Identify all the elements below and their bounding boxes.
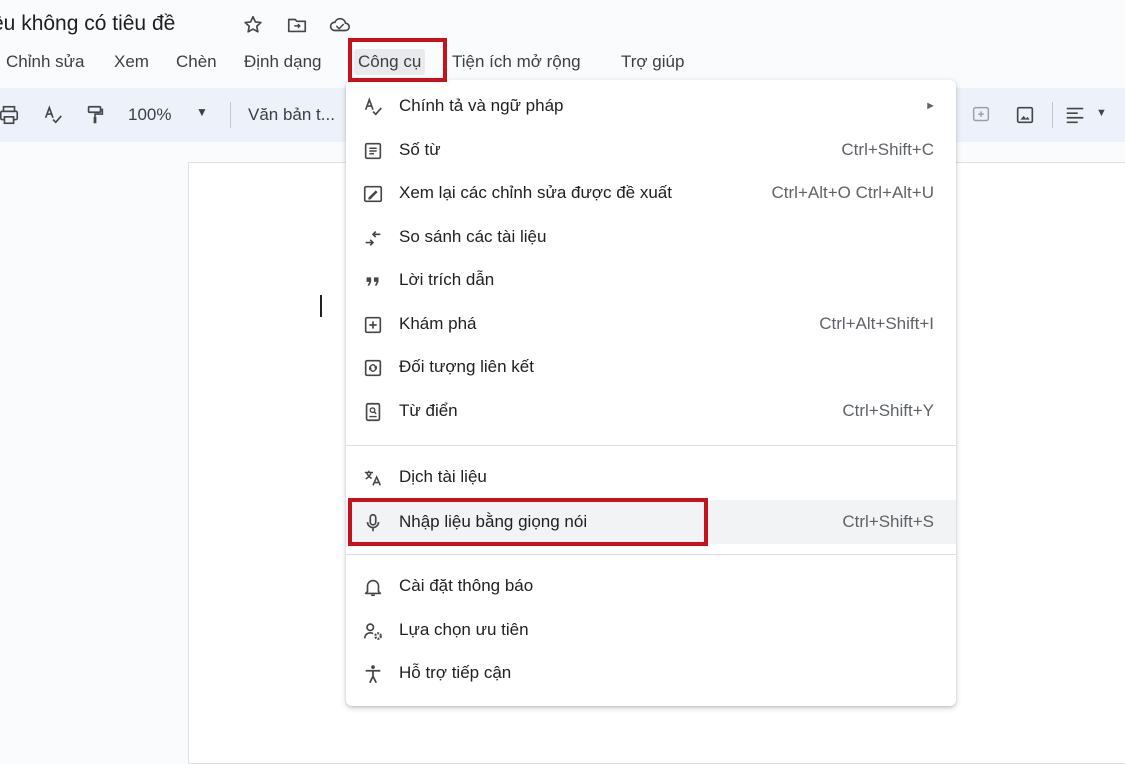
menu-item-shortcut: Ctrl+Shift+S xyxy=(842,512,934,531)
explore-icon xyxy=(362,314,384,336)
zoom-caret-icon[interactable]: ▼ xyxy=(196,105,208,119)
menu-item-accessibility[interactable]: Hỗ trợ tiếp cận xyxy=(346,653,956,693)
menu-item-explore[interactable]: Khám phá Ctrl+Alt+Shift+I xyxy=(346,304,956,344)
dictionary-icon xyxy=(362,401,384,423)
menu-item-label: Từ điển xyxy=(399,401,458,420)
menu-format[interactable]: Định dạng xyxy=(244,49,322,75)
menu-item-label: Lựa chọn ưu tiên xyxy=(399,620,529,639)
align-left-icon[interactable] xyxy=(1064,104,1086,126)
menu-divider xyxy=(346,554,956,555)
menu-view[interactable]: Xem xyxy=(114,49,149,75)
menu-item-compare-documents[interactable]: So sánh các tài liệu xyxy=(346,217,956,257)
menu-item-label: Đối tượng liên kết xyxy=(399,357,534,376)
menu-item-review-suggested-edits[interactable]: Xem lại các chỉnh sửa được đề xuất Ctrl+… xyxy=(346,173,956,213)
paint-format-icon[interactable] xyxy=(84,104,106,126)
menu-item-dictionary[interactable]: Từ điển Ctrl+Shift+Y xyxy=(346,391,956,431)
menu-item-label: Nhập liệu bằng giọng nói xyxy=(399,512,588,531)
menu-item-shortcut: Ctrl+Shift+C xyxy=(841,140,934,159)
cloud-status-icon[interactable] xyxy=(328,14,350,36)
menu-item-shortcut: Ctrl+Alt+Shift+I xyxy=(819,314,934,333)
align-caret-icon[interactable]: ▼ xyxy=(1096,107,1107,119)
menu-bar: Chỉnh sửa Xem Chèn Định dạng Công cụ Tiệ… xyxy=(0,46,1125,78)
tools-menu: Chính tả và ngữ pháp ► Số từ Ctrl+Shift+… xyxy=(346,80,956,706)
paragraph-style-select[interactable]: Văn bản t... xyxy=(248,105,335,125)
word-count-icon xyxy=(362,140,384,162)
linked-objects-icon xyxy=(362,357,384,379)
print-icon[interactable] xyxy=(0,104,20,126)
menu-item-linked-objects[interactable]: Đối tượng liên kết xyxy=(346,347,956,387)
menu-item-shortcut: Ctrl+Alt+O Ctrl+Alt+U xyxy=(771,183,935,202)
translate-icon xyxy=(362,467,384,489)
insert-image-icon[interactable] xyxy=(1014,104,1036,126)
menu-item-label: Số từ xyxy=(399,140,441,159)
zoom-select[interactable]: 100% xyxy=(128,105,171,125)
toolbar-divider xyxy=(230,102,231,128)
submenu-arrow-icon: ► xyxy=(925,100,936,112)
menu-item-label: Hỗ trợ tiếp cận xyxy=(399,663,512,682)
text-cursor xyxy=(320,295,322,317)
review-edits-icon xyxy=(362,183,384,205)
document-title[interactable]: ệu không có tiêu đề xyxy=(0,12,175,36)
menu-item-label: Chính tả và ngữ pháp xyxy=(399,96,564,115)
menu-item-voice-typing[interactable]: Nhập liệu bằng giọng nói Ctrl+Shift+S xyxy=(346,500,956,544)
menu-item-label: Khám phá xyxy=(399,314,477,333)
preferences-icon xyxy=(362,620,384,642)
menu-item-shortcut: Ctrl+Shift+Y xyxy=(842,401,934,420)
menu-extensions[interactable]: Tiện ích mở rộng xyxy=(452,49,581,75)
menu-item-citations[interactable]: Lời trích dẫn xyxy=(346,260,956,300)
menu-item-notification-settings[interactable]: Cài đặt thông báo xyxy=(346,566,956,606)
menu-divider xyxy=(346,445,956,446)
menu-edit[interactable]: Chỉnh sửa xyxy=(6,49,84,75)
menu-help[interactable]: Trợ giúp xyxy=(621,49,684,75)
toolbar-divider xyxy=(1052,102,1053,128)
move-to-folder-icon[interactable] xyxy=(286,14,308,36)
title-bar: ệu không có tiêu đề xyxy=(0,0,1125,44)
accessibility-icon xyxy=(362,663,384,685)
compare-documents-icon xyxy=(362,227,384,249)
menu-item-label: So sánh các tài liệu xyxy=(399,227,547,246)
menu-item-label: Cài đặt thông báo xyxy=(399,576,534,595)
menu-tools[interactable]: Công cụ xyxy=(354,49,426,75)
spellcheck-icon xyxy=(362,96,384,118)
menu-item-label: Dịch tài liệu xyxy=(399,467,487,486)
menu-item-spelling-grammar[interactable]: Chính tả và ngữ pháp ► xyxy=(346,86,956,126)
insert-comment-icon[interactable] xyxy=(970,104,992,126)
star-icon[interactable] xyxy=(242,14,264,36)
microphone-icon xyxy=(362,512,384,534)
menu-item-label: Lời trích dẫn xyxy=(399,270,495,289)
menu-item-label: Xem lại các chỉnh sửa được đề xuất xyxy=(399,183,672,202)
citations-icon xyxy=(362,270,384,292)
menu-item-preferences[interactable]: Lựa chọn ưu tiên xyxy=(346,610,956,650)
spellcheck-icon[interactable] xyxy=(42,104,64,126)
menu-item-translate-document[interactable]: Dịch tài liệu xyxy=(346,457,956,497)
menu-insert[interactable]: Chèn xyxy=(176,49,217,75)
bell-icon xyxy=(362,576,384,598)
menu-item-word-count[interactable]: Số từ Ctrl+Shift+C xyxy=(346,130,956,170)
